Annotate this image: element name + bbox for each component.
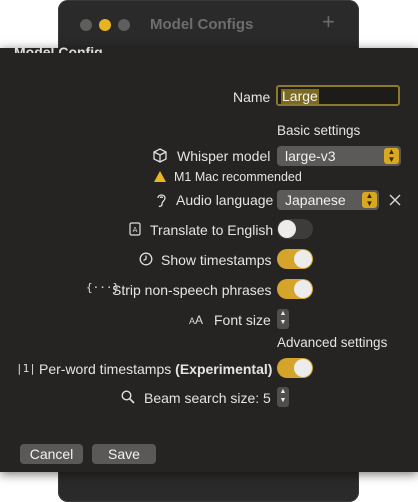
clear-icon[interactable] — [389, 194, 401, 206]
window-title: Model Configs — [150, 16, 254, 33]
per-word-label: Per-word timestamps (Experimental) — [39, 361, 272, 377]
minimize-window-button[interactable] — [99, 19, 111, 31]
timestamps-label: Show timestamps — [161, 252, 272, 268]
font-size-label: Font size — [214, 312, 271, 328]
name-label: Name — [233, 89, 271, 105]
name-field[interactable]: Large — [276, 85, 400, 106]
mac-recommendation-note: M1 Mac recommended — [174, 170, 302, 184]
toggle-knob — [294, 250, 312, 268]
name-field-value: Large — [281, 88, 319, 104]
whisper-model-value: large-v3 — [285, 148, 336, 164]
ear-icon — [157, 194, 166, 208]
magnifier-icon — [121, 390, 135, 404]
per-word-toggle[interactable] — [277, 358, 313, 378]
close-window-button[interactable] — [80, 19, 92, 31]
font-size-icon: AA — [189, 313, 204, 327]
timestamps-toggle[interactable] — [277, 249, 313, 269]
cube-icon — [153, 148, 167, 163]
translate-toggle[interactable] — [277, 219, 313, 239]
save-button[interactable]: Save — [92, 444, 156, 464]
font-size-stepper[interactable]: ▲ ▼ — [277, 309, 289, 329]
audio-language-value: Japanese — [285, 192, 346, 208]
svg-text:A: A — [133, 226, 138, 234]
beam-search-stepper[interactable]: ▲ ▼ — [277, 387, 289, 407]
chevron-updown-icon: ▲ ▼ — [362, 192, 377, 208]
per-word-label-text: Per-word timestamps — [39, 361, 172, 377]
add-config-button[interactable]: + — [322, 11, 335, 33]
translate-label: Translate to English — [150, 222, 274, 238]
strip-toggle[interactable] — [277, 279, 313, 299]
experimental-tag: (Experimental) — [175, 361, 273, 377]
cancel-button[interactable]: Cancel — [20, 444, 83, 464]
clock-icon — [139, 252, 153, 266]
per-word-icon: |1| — [16, 362, 36, 375]
toggle-knob — [294, 359, 312, 377]
advanced-settings-heading: Advanced settings — [277, 335, 388, 350]
translate-icon: A — [129, 222, 141, 236]
chevron-updown-icon: ▲ ▼ — [384, 148, 399, 164]
toggle-knob — [278, 220, 296, 238]
toggle-knob — [294, 280, 312, 298]
audio-language-select[interactable]: Japanese ▲ ▼ — [277, 190, 379, 210]
basic-settings-heading: Basic settings — [277, 123, 361, 138]
sheet-title: Model Config — [14, 44, 103, 53]
whisper-model-select[interactable]: large-v3 ▲ ▼ — [277, 146, 401, 166]
strip-label: Strip non-speech phrases — [112, 282, 272, 298]
beam-search-label: Beam search size: 5 — [144, 390, 271, 406]
model-config-sheet: Model Config Name Large Basic settings W… — [0, 44, 418, 472]
audio-language-label: Audio language — [176, 192, 274, 208]
zoom-window-button[interactable] — [118, 19, 130, 31]
warning-icon — [154, 171, 166, 182]
whisper-model-label: Whisper model — [177, 148, 271, 164]
